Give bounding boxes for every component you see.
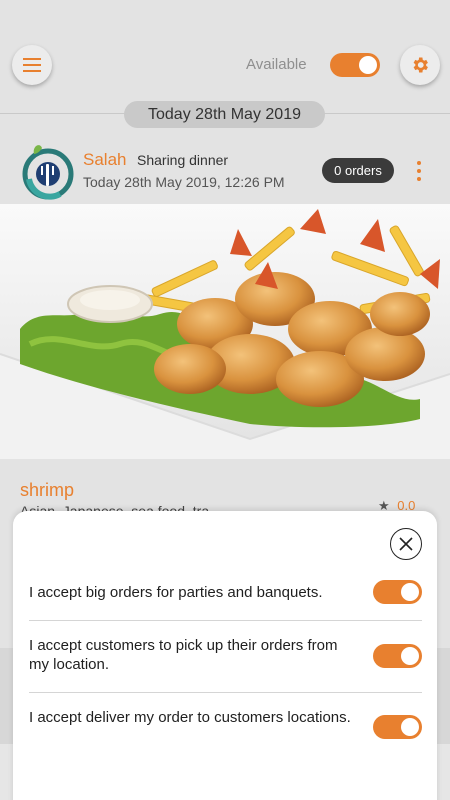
option-label: I accept customers to pick up their orde… xyxy=(29,637,338,673)
dish-photo[interactable] xyxy=(0,204,450,459)
close-button[interactable] xyxy=(390,528,422,560)
option-label: I accept big orders for parties and banq… xyxy=(29,584,323,601)
close-icon xyxy=(399,537,413,551)
gear-icon xyxy=(413,57,428,73)
available-toggle[interactable] xyxy=(330,53,380,77)
more-vert-icon xyxy=(417,161,421,181)
option-row-pickup: I accept customers to pick up their orde… xyxy=(29,621,422,693)
orders-count-badge[interactable]: 0 orders xyxy=(322,158,394,183)
more-options-button[interactable] xyxy=(409,160,429,182)
settings-button[interactable] xyxy=(400,45,440,85)
available-label: Available xyxy=(246,56,307,73)
option-row-big-orders: I accept big orders for parties and banq… xyxy=(29,577,422,621)
option-label: I accept deliver my order to customers l… xyxy=(29,709,351,726)
delivery-toggle[interactable] xyxy=(373,715,422,739)
dish-name: shrimp xyxy=(20,480,75,500)
big-orders-toggle[interactable] xyxy=(373,580,422,604)
app-header: Available xyxy=(0,0,450,114)
option-row-delivery: I accept deliver my order to customers l… xyxy=(29,693,422,765)
post-header: Salah Sharing dinner Today 28th May 2019… xyxy=(0,128,450,204)
pickup-toggle[interactable] xyxy=(373,644,422,668)
date-separator: Today 28th May 2019 xyxy=(124,101,325,128)
menu-button[interactable] xyxy=(12,45,52,85)
post-type-label: Sharing dinner xyxy=(137,152,229,168)
post-timestamp: Today 28th May 2019, 12:26 PM xyxy=(83,174,285,190)
restaurant-logo xyxy=(22,145,74,200)
hamburger-icon xyxy=(23,58,41,72)
poster-name[interactable]: Salah xyxy=(83,150,126,170)
order-options-sheet: I accept big orders for parties and banq… xyxy=(13,511,437,800)
